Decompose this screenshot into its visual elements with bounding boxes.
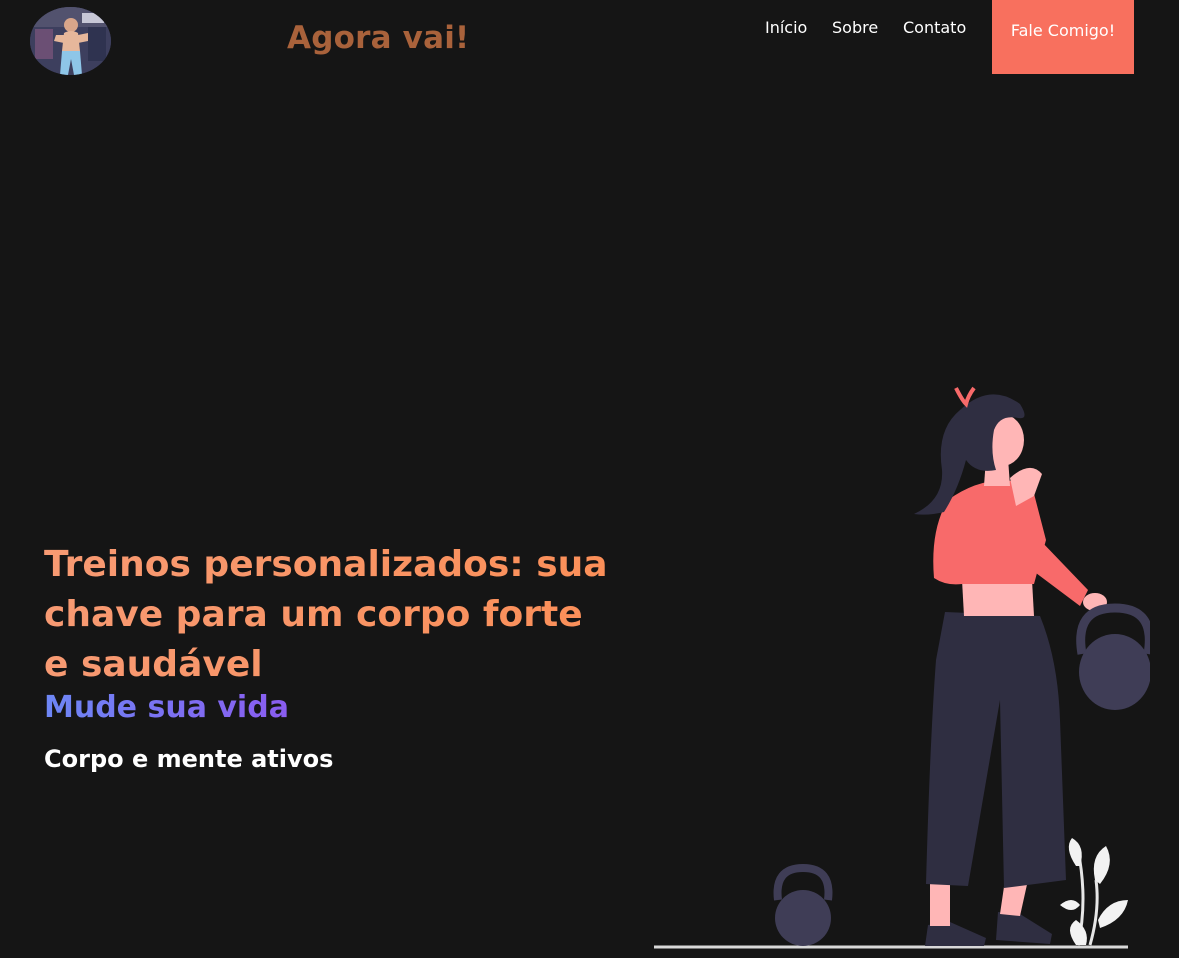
- fitness-woman-illustration: [654, 386, 1150, 949]
- floor-kettlebell-icon: [773, 863, 833, 946]
- hero-title: Treinos personalizados: sua chave para u…: [44, 540, 614, 690]
- held-kettlebell-icon: [1076, 603, 1150, 710]
- pants: [926, 612, 1066, 888]
- brand-title[interactable]: Agora vai!: [287, 20, 469, 56]
- contact-cta-button[interactable]: Fale Comigo!: [992, 0, 1134, 74]
- hero-subtitle: Mude sua vida: [44, 688, 289, 728]
- landing-page: Agora vai! Início Sobre Contato Fale Com…: [0, 0, 1179, 958]
- hero-tagline: Corpo e mente ativos: [44, 745, 334, 773]
- nav-link-inicio[interactable]: Início: [765, 18, 807, 37]
- profile-photo-image: [30, 7, 111, 75]
- nav-link-contato[interactable]: Contato: [903, 18, 966, 37]
- nav-link-sobre[interactable]: Sobre: [832, 18, 878, 37]
- profile-photo[interactable]: [30, 7, 111, 75]
- plant-icon: [1060, 838, 1128, 946]
- right-shoe: [996, 912, 1052, 944]
